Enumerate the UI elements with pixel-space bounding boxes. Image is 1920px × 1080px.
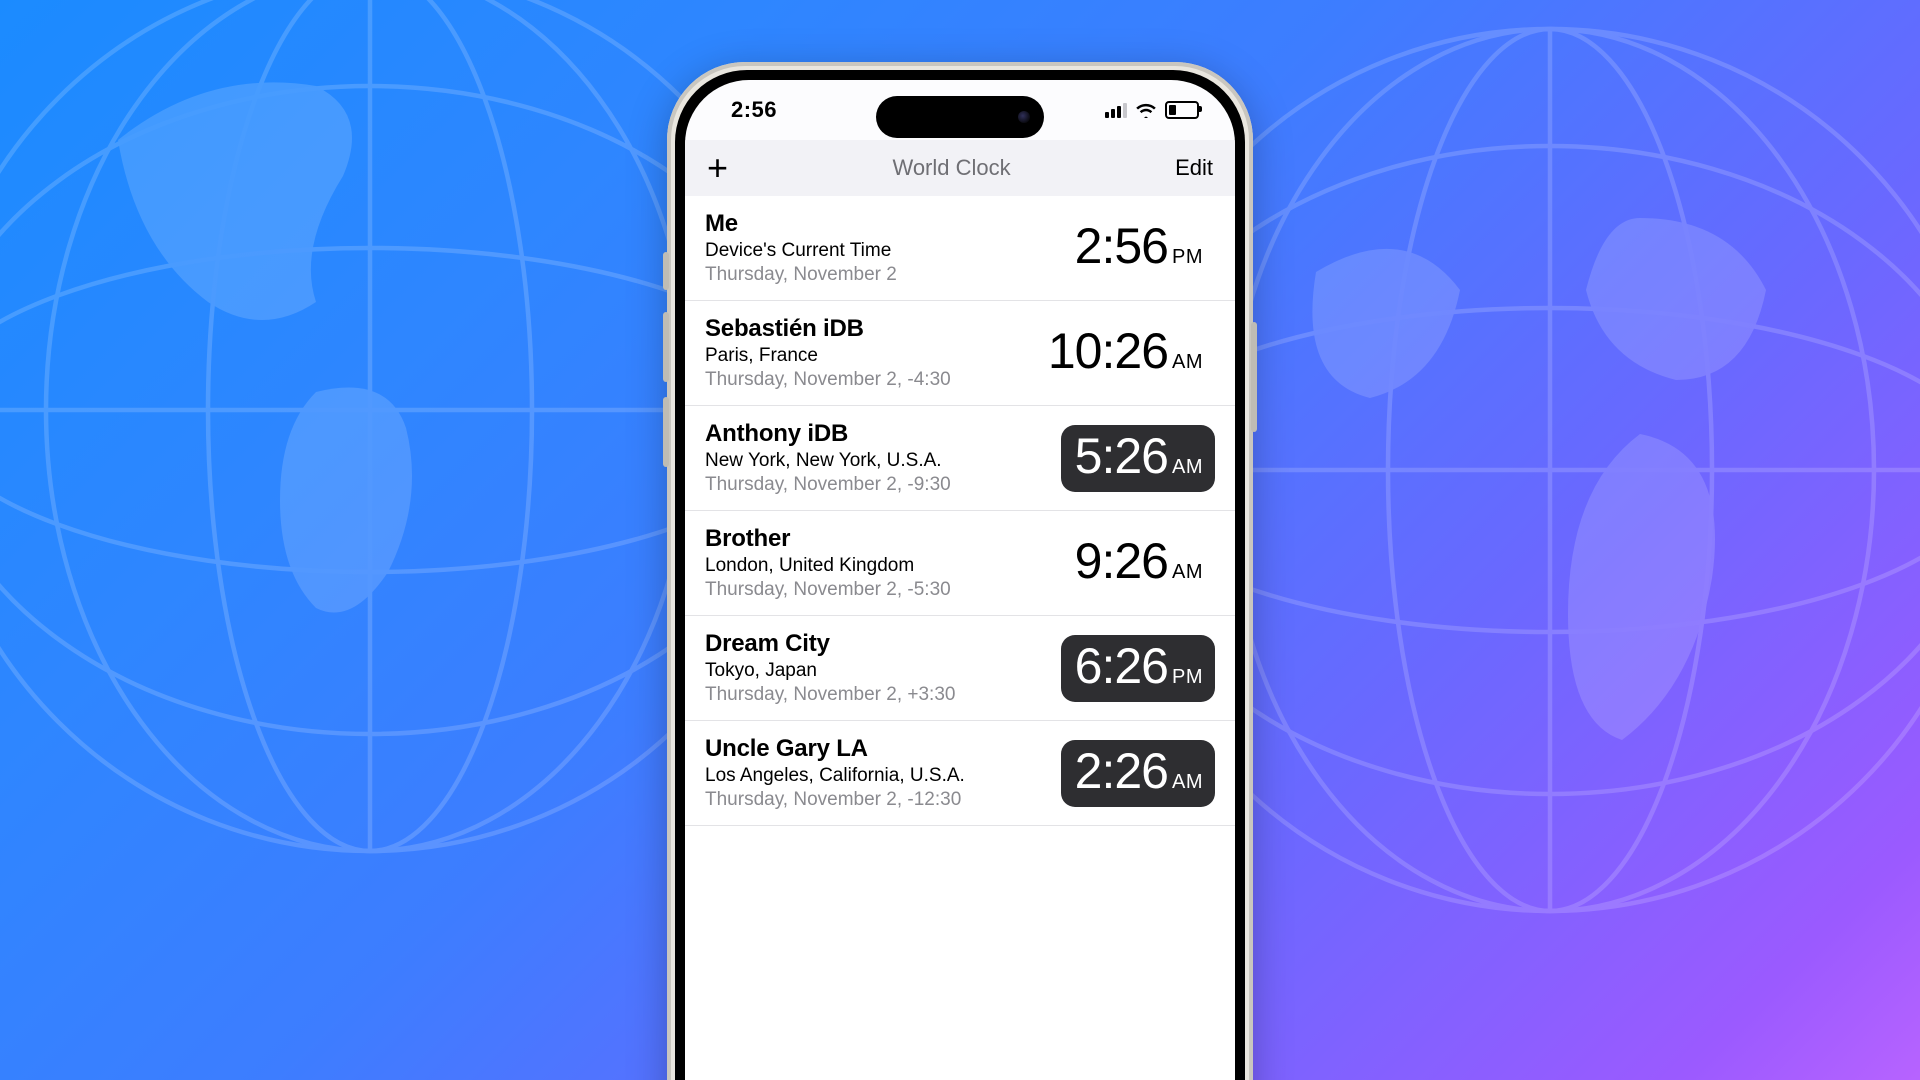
time-display: 9:26AM xyxy=(1061,530,1215,597)
time-ampm: PM xyxy=(1172,666,1203,689)
row-location: New York, New York, U.S.A. xyxy=(705,450,951,472)
nav-bar: + World Clock Edit xyxy=(685,140,1235,197)
row-time-container: 2:26AM xyxy=(1061,740,1215,807)
world-clock-row[interactable]: BrotherLondon, United KingdomThursday, N… xyxy=(685,511,1235,616)
row-meta: Thursday, November 2, -12:30 xyxy=(705,789,965,811)
row-meta: Thursday, November 2, -9:30 xyxy=(705,474,951,496)
time-ampm: AM xyxy=(1172,456,1203,479)
row-name: Anthony iDB xyxy=(705,420,951,448)
world-clock-row[interactable]: Anthony iDBNew York, New York, U.S.A.Thu… xyxy=(685,406,1235,511)
row-meta: Thursday, November 2, +3:30 xyxy=(705,684,955,706)
row-location: Los Angeles, California, U.S.A. xyxy=(705,765,965,787)
time-display: 6:26PM xyxy=(1061,635,1215,702)
phone-frame: 2:56 + xyxy=(667,62,1253,1080)
time-ampm: AM xyxy=(1172,351,1203,374)
row-meta: Thursday, November 2, -4:30 xyxy=(705,369,951,391)
row-info: MeDevice's Current TimeThursday, Novembe… xyxy=(705,210,897,286)
row-name: Dream City xyxy=(705,630,955,658)
time-ampm: AM xyxy=(1172,561,1203,584)
wifi-icon xyxy=(1135,102,1157,118)
edit-button[interactable]: Edit xyxy=(1175,155,1213,181)
row-time-container: 6:26PM xyxy=(1061,635,1215,702)
row-location: Tokyo, Japan xyxy=(705,660,955,682)
time-value: 5:26 xyxy=(1075,431,1168,481)
row-info: BrotherLondon, United KingdomThursday, N… xyxy=(705,525,951,601)
row-info: Anthony iDBNew York, New York, U.S.A.Thu… xyxy=(705,420,951,496)
row-time-container: 2:56PM xyxy=(1061,215,1215,282)
dynamic-island xyxy=(876,96,1044,138)
row-location: Paris, France xyxy=(705,345,951,367)
time-value: 2:26 xyxy=(1075,746,1168,796)
time-value: 6:26 xyxy=(1075,641,1168,691)
row-time-container: 10:26AM xyxy=(1034,320,1215,387)
row-info: Uncle Gary LALos Angeles, California, U.… xyxy=(705,735,965,811)
time-value: 10:26 xyxy=(1048,326,1168,376)
cellular-icon xyxy=(1105,102,1127,118)
phone-bezel: 2:56 + xyxy=(675,70,1245,1080)
row-info: Dream CityTokyo, JapanThursday, November… xyxy=(705,630,955,706)
status-right-cluster xyxy=(1105,101,1199,119)
row-meta: Thursday, November 2 xyxy=(705,264,897,286)
row-name: Me xyxy=(705,210,897,238)
add-button[interactable]: + xyxy=(707,150,728,186)
time-display: 5:26AM xyxy=(1061,425,1215,492)
time-display: 10:26AM xyxy=(1034,320,1215,387)
nav-title: World Clock xyxy=(892,155,1010,181)
world-clock-row[interactable]: Uncle Gary LALos Angeles, California, U.… xyxy=(685,721,1235,826)
mute-switch[interactable] xyxy=(663,252,669,290)
row-name: Brother xyxy=(705,525,951,553)
background: 2:56 + xyxy=(0,0,1920,1080)
battery-icon xyxy=(1165,101,1199,119)
time-value: 2:56 xyxy=(1075,221,1168,271)
row-time-container: 5:26AM xyxy=(1061,425,1215,492)
row-name: Sebastién iDB xyxy=(705,315,951,343)
volume-up-button[interactable] xyxy=(663,312,669,382)
time-ampm: AM xyxy=(1172,771,1203,794)
world-clock-list[interactable]: MeDevice's Current TimeThursday, Novembe… xyxy=(685,196,1235,1080)
power-button[interactable] xyxy=(1251,322,1257,432)
world-clock-row[interactable]: Sebastién iDBParis, FranceThursday, Nove… xyxy=(685,301,1235,406)
world-clock-row[interactable]: MeDevice's Current TimeThursday, Novembe… xyxy=(685,196,1235,301)
volume-down-button[interactable] xyxy=(663,397,669,467)
row-meta: Thursday, November 2, -5:30 xyxy=(705,579,951,601)
row-location: London, United Kingdom xyxy=(705,555,951,577)
time-ampm: PM xyxy=(1172,246,1203,269)
row-info: Sebastién iDBParis, FranceThursday, Nove… xyxy=(705,315,951,391)
time-display: 2:26AM xyxy=(1061,740,1215,807)
row-time-container: 9:26AM xyxy=(1061,530,1215,597)
time-value: 9:26 xyxy=(1075,536,1168,586)
world-clock-row[interactable]: Dream CityTokyo, JapanThursday, November… xyxy=(685,616,1235,721)
row-location: Device's Current Time xyxy=(705,240,897,262)
time-display: 2:56PM xyxy=(1061,215,1215,282)
status-time: 2:56 xyxy=(731,97,777,123)
row-name: Uncle Gary LA xyxy=(705,735,965,763)
phone-screen: 2:56 + xyxy=(685,80,1235,1080)
